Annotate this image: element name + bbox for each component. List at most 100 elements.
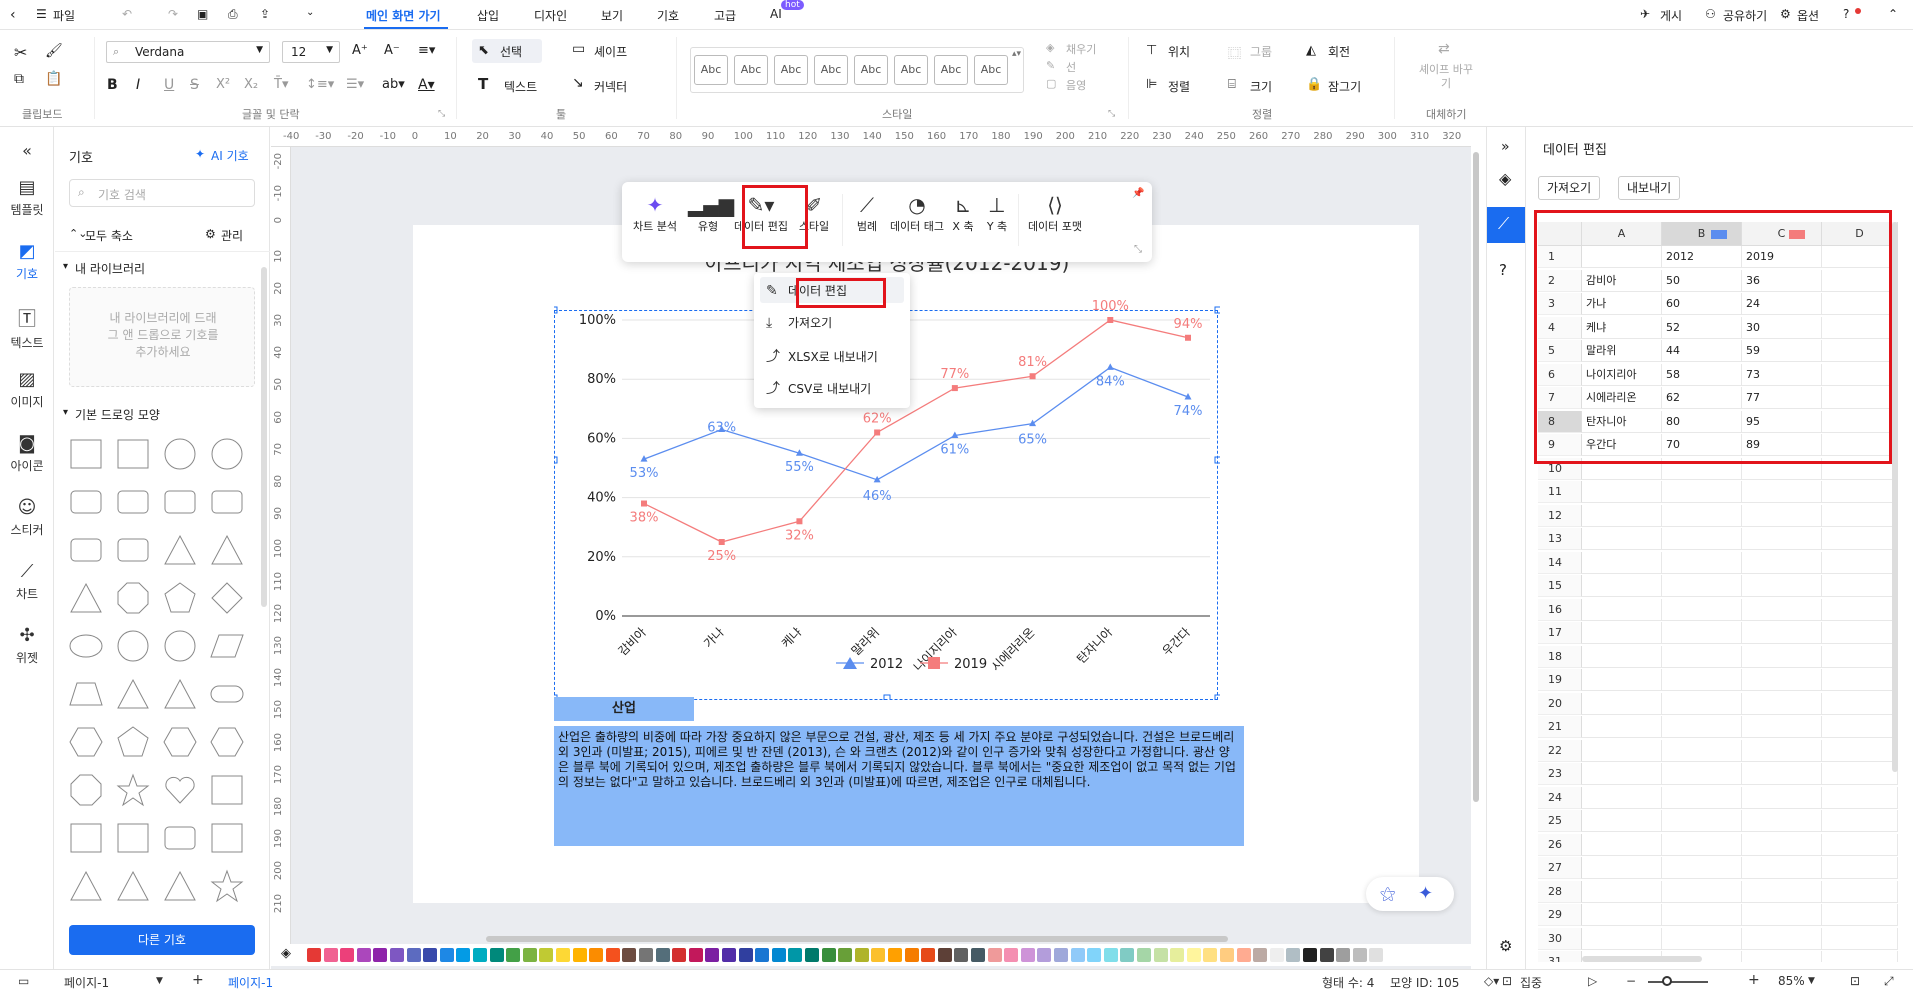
line-button[interactable]: 선 [1066,59,1076,75]
style-sample-8[interactable]: Abc [974,55,1008,85]
color-swatch[interactable] [390,948,404,962]
color-swatch[interactable] [1369,948,1384,962]
shape-rrect-icon[interactable] [69,533,103,567]
rail-widgets[interactable]: ✣ 위젯 [0,625,54,666]
shape-hexw-icon[interactable] [69,725,103,759]
zoom-in-icon[interactable]: + [1748,972,1760,988]
shape-tool-button[interactable]: 셰이프 [594,43,627,60]
tab-view[interactable]: 보기 [601,7,623,24]
row-header[interactable]: 12 [1538,504,1582,527]
table-cell[interactable] [1822,598,1898,621]
ai-magic-icon[interactable]: ⚝ [1380,884,1396,904]
row-header[interactable]: 28 [1538,880,1582,903]
tab-symbols[interactable]: 기호 [657,7,679,24]
shape-pill-icon[interactable] [210,677,244,711]
shape-rrect-icon[interactable] [116,533,150,567]
rail-images[interactable]: ▨ 이미지 [0,369,54,410]
color-swatch[interactable] [1236,948,1251,962]
style-sample-4[interactable]: Abc [814,55,848,85]
symbol-search-input[interactable]: 기호 검색 [98,186,146,203]
shape-rrect-icon[interactable] [210,485,244,519]
row-header[interactable]: 15 [1538,575,1582,597]
row-header[interactable]: 29 [1538,904,1582,926]
table-cell[interactable] [1662,810,1742,832]
table-cell[interactable] [1662,598,1742,621]
rotate-button[interactable]: 회전 [1328,43,1350,60]
table-cell[interactable] [1582,598,1662,621]
tab-ai[interactable]: AI [770,7,782,21]
line-icon[interactable]: ✎ [1046,59,1055,72]
color-swatch[interactable] [821,948,836,962]
strikethrough-icon[interactable]: S [190,77,199,93]
back-icon[interactable]: ‹ [10,7,16,23]
shape-tri-icon[interactable] [163,869,197,903]
rail-text[interactable]: 🅃 텍스트 [0,305,54,351]
page-select[interactable]: 페이지-1 [64,974,109,991]
shape-tri-icon[interactable] [69,869,103,903]
style-dialog-launcher-icon[interactable]: ⤡ [1108,109,1115,119]
color-swatch[interactable] [954,948,969,962]
spreadsheet-horizontal-scrollbar[interactable] [1582,956,1702,962]
publish-button[interactable]: 게시 [1660,7,1682,24]
table-cell[interactable] [1662,904,1742,926]
shape-circle-icon[interactable] [210,437,244,471]
table-cell[interactable] [1822,927,1898,950]
table-cell[interactable] [1742,951,1822,962]
color-swatch[interactable] [1319,948,1334,962]
row-header[interactable]: 30 [1538,927,1582,950]
style-sample-2[interactable]: Abc [734,55,768,85]
color-swatch[interactable] [705,948,720,962]
x-axis-button[interactable]: ⊾ X 축 [948,192,978,234]
table-cell[interactable] [1662,481,1742,503]
group-icon[interactable]: ⿴ [1228,43,1241,62]
text-tool-icon[interactable]: T [478,75,488,93]
color-swatch[interactable] [1004,948,1019,962]
table-cell[interactable] [1742,786,1822,809]
fit-page-icon[interactable]: ⊡ [1850,974,1860,988]
row-header[interactable]: 21 [1538,716,1582,738]
page-tab[interactable]: 페이지-1 [228,974,273,991]
row-header[interactable]: 13 [1538,528,1582,550]
table-cell[interactable] [1742,857,1822,879]
table-cell[interactable] [1662,833,1742,856]
replace-shape-button[interactable]: 셰이프 바꾸기 [1418,63,1474,91]
zoom-slider-track[interactable] [1648,981,1708,983]
color-swatch[interactable] [805,948,819,962]
color-swatch[interactable] [1037,948,1052,962]
color-swatch[interactable] [506,948,521,962]
position-button[interactable]: 위치 [1168,43,1190,60]
table-cell[interactable] [1582,810,1662,832]
save-icon[interactable]: ▣ [197,7,208,21]
help-circle-icon[interactable]: ? [1499,261,1507,279]
chevron-down-icon[interactable]: ▾ [63,407,68,418]
share-icon[interactable]: ⚇ [1705,7,1716,21]
shape-rect-icon[interactable] [69,437,103,471]
shape-tri-icon[interactable] [163,677,197,711]
shape-star-icon[interactable] [116,773,150,807]
color-swatch[interactable] [655,948,670,962]
shape-rrect-icon[interactable] [163,821,197,855]
color-swatch[interactable] [439,948,454,962]
table-cell[interactable] [1662,645,1742,668]
rail-icons[interactable]: ◙ 아이콘 [0,433,54,474]
table-cell[interactable] [1582,833,1662,856]
hamburger-icon[interactable]: ☰ [36,7,47,21]
options-button[interactable]: 옵션 [1797,7,1819,24]
canvas-vertical-scrollbar[interactable] [1473,152,1479,802]
table-cell[interactable] [1822,645,1898,668]
paint-bucket-icon[interactable]: ◈ [1499,169,1511,188]
tab-advanced[interactable]: 고급 [714,7,736,24]
table-cell[interactable] [1582,551,1662,574]
data-import-button[interactable]: 가져오기 [1538,176,1601,200]
ai-symbols-icon[interactable]: ✦ [195,147,205,161]
play-icon[interactable]: ▷ [1588,974,1597,988]
align-button[interactable]: 정렬 [1168,78,1190,95]
color-swatch[interactable] [838,948,853,962]
symbol-panel-scrollbar[interactable] [261,267,267,607]
table-cell[interactable] [1822,622,1898,644]
color-swatch[interactable] [1170,948,1185,962]
shape-tri-icon[interactable] [163,533,197,567]
style-sample-1[interactable]: Abc [694,55,728,85]
underline-icon[interactable]: U [164,77,174,93]
table-cell[interactable] [1582,504,1662,527]
